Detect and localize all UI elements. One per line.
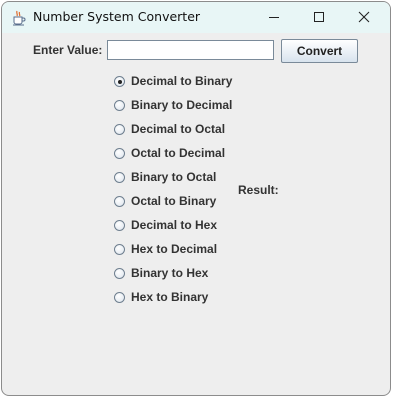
title-bar[interactable]: Number System Converter: [2, 2, 390, 33]
radio-button[interactable]: [114, 76, 125, 87]
value-input[interactable]: [107, 40, 274, 60]
radio-button[interactable]: [114, 100, 125, 111]
radio-label[interactable]: Octal to Decimal: [131, 146, 225, 160]
window-title: Number System Converter: [33, 9, 201, 24]
radio-label[interactable]: Binary to Decimal: [131, 98, 232, 112]
maximize-button[interactable]: [297, 2, 341, 33]
minimize-button[interactable]: [252, 2, 296, 33]
radio-label[interactable]: Decimal to Octal: [131, 122, 225, 136]
minimize-icon: [269, 17, 279, 18]
radio-button[interactable]: [114, 268, 125, 279]
radio-button[interactable]: [114, 124, 125, 135]
radio-button[interactable]: [114, 172, 125, 183]
radio-label[interactable]: Binary to Octal: [131, 170, 216, 184]
radio-label[interactable]: Decimal to Binary: [131, 74, 232, 88]
radio-selected-dot: [117, 79, 122, 84]
radio-label[interactable]: Octal to Binary: [131, 194, 216, 208]
radio-button[interactable]: [114, 292, 125, 303]
result-label: Result:: [238, 183, 279, 197]
radio-label[interactable]: Binary to Hex: [131, 266, 208, 280]
close-icon: [358, 11, 370, 23]
radio-label[interactable]: Hex to Decimal: [131, 242, 217, 256]
radio-label[interactable]: Hex to Binary: [131, 290, 208, 304]
maximize-icon: [314, 12, 324, 22]
radio-button[interactable]: [114, 148, 125, 159]
radio-label[interactable]: Decimal to Hex: [131, 218, 217, 232]
app-window: Number System Converter Enter Value: Con…: [1, 1, 391, 396]
enter-value-label: Enter Value:: [33, 43, 103, 57]
radio-button[interactable]: [114, 196, 125, 207]
convert-button[interactable]: Convert: [281, 39, 358, 63]
radio-button[interactable]: [114, 244, 125, 255]
java-cup-icon: [11, 10, 27, 26]
close-button[interactable]: [342, 2, 386, 33]
radio-button[interactable]: [114, 220, 125, 231]
